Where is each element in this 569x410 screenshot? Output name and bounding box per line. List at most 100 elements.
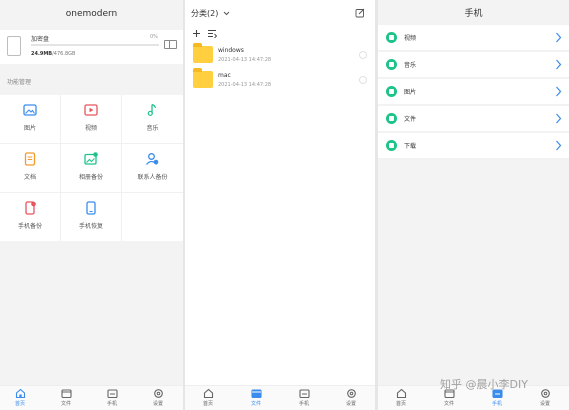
music-icon [147,103,157,116]
folder-name: windows [218,47,244,54]
video-icon [386,32,397,43]
file-icon [60,389,72,399]
phone-disk-icon [7,36,21,56]
select-radio[interactable] [359,51,367,59]
app-title: onemodern [65,9,118,19]
folder-row[interactable]: windows 2021-04-13 14:47:28 [185,43,375,69]
category-row-images[interactable]: 图片 [378,79,569,105]
contacts-backup-icon [146,153,159,165]
disk-size: 24.9MB/476.8GB [31,51,75,57]
category-row-video[interactable]: 视频 [378,25,569,51]
function-phone-restore[interactable]: 手机恢复 [61,193,122,242]
gear-icon [153,389,163,398]
disk-usage-bar [31,44,159,46]
function-music[interactable]: 音乐 [122,95,183,144]
function-label: 视频 [84,125,97,132]
function-videos[interactable]: 视频 [61,95,122,144]
function-grid: 图片 视频 音乐 文档 相册备份 联系人备份 手机备份 手机恢复 [0,95,183,242]
download-icon [386,140,397,151]
nav-label: 文件 [250,401,261,407]
phone-title: 手机 [464,9,483,19]
edit-icon[interactable] [355,8,365,18]
category-row-files[interactable]: 文件 [378,106,569,132]
phone-panel: 手机 视频 音乐 图片 文件 下载 首页 文件 手机 设置 [378,0,569,410]
nav-label: 文件 [443,401,454,407]
category-title: 分类(2) [191,9,219,18]
category-label: 图片 [404,89,417,96]
video-icon [84,104,98,116]
function-label: 文档 [23,174,36,181]
function-label: 联系人备份 [137,174,168,181]
nav-home[interactable]: 首页 [193,388,223,407]
nav-files[interactable]: 文件 [241,388,271,407]
nav-label: 首页 [14,401,25,407]
phone-icon [106,389,118,399]
nav-label: 设置 [345,401,356,407]
function-phone-backup[interactable]: 手机备份 [0,193,61,242]
phone-icon [298,389,310,399]
section-label: 功能管理 [7,79,32,86]
music-icon [386,59,397,70]
nav-home[interactable]: 首页 [5,388,35,407]
disk-action-icon[interactable] [164,40,177,49]
nav-settings[interactable]: 设置 [336,388,366,407]
nav-label: 手机 [106,401,117,407]
chevron-down-icon [223,11,230,16]
gear-icon [346,389,356,398]
category-row-music[interactable]: 音乐 [378,52,569,78]
nav-phone[interactable]: 手机 [289,388,319,407]
nav-label: 文件 [60,401,71,407]
nav-home[interactable]: 首页 [386,388,416,407]
image-icon [23,104,37,116]
folder-name: mac [218,72,231,79]
category-label: 文件 [404,116,417,123]
album-backup-icon [84,152,98,165]
function-contacts-backup[interactable]: 联系人备份 [122,144,183,193]
encrypted-disk-card[interactable]: 加密盘 0% 24.9MB/476.8GB [0,30,183,64]
nav-label: 首页 [395,401,406,407]
folder-row[interactable]: mac 2021-04-13 14:47:28 [185,68,375,94]
home-icon [203,388,213,399]
category-label: 下载 [404,143,417,150]
image-icon [386,86,397,97]
add-icon[interactable] [192,29,201,38]
bottom-nav: 首页 文件 手机 设置 [0,385,183,410]
chevron-right-icon [556,140,562,151]
home-icon [396,388,406,399]
function-album-backup[interactable]: 相册备份 [61,144,122,193]
nav-label: 设置 [152,401,163,407]
nav-phone[interactable]: 手机 [97,388,127,407]
disk-name: 加密盘 [31,36,50,43]
nav-label: 设置 [539,401,550,407]
file-icon [250,389,262,399]
function-label: 手机恢复 [78,223,103,230]
chevron-right-icon [556,32,562,43]
sort-icon[interactable] [207,29,217,38]
function-images[interactable]: 图片 [0,95,61,144]
gear-icon [540,389,550,398]
nav-files[interactable]: 文件 [51,388,81,407]
nav-settings[interactable]: 设置 [143,388,173,407]
home-icon [15,388,25,399]
category-label: 音乐 [404,62,417,69]
category-label: 视频 [404,35,417,42]
phone-restore-icon [86,201,96,215]
nav-label: 手机 [491,401,502,407]
category-row-downloads[interactable]: 下载 [378,133,569,159]
select-radio[interactable] [359,76,367,84]
home-panel: onemodern 加密盘 0% 24.9MB/476.8GB 功能管理 图片 … [0,0,183,410]
chevron-right-icon [556,113,562,124]
bottom-nav: 首页 文件 手机 设置 [185,385,375,410]
watermark: 知乎 @晨小李DIY [440,378,528,391]
function-documents[interactable]: 文档 [0,144,61,193]
disk-percent: 0% [150,34,158,40]
nav-settings[interactable]: 设置 [530,388,560,407]
file-icon [386,113,397,124]
folder-icon [193,68,213,88]
function-label: 相册备份 [78,174,103,181]
document-icon [24,152,36,166]
function-label: 音乐 [146,125,159,132]
category-dropdown[interactable]: 分类(2) [191,8,230,19]
files-panel: 分类(2) windows 2021-04-13 14:47:28 mac 20… [185,0,375,410]
disk-used: 24.9MB [31,51,53,57]
